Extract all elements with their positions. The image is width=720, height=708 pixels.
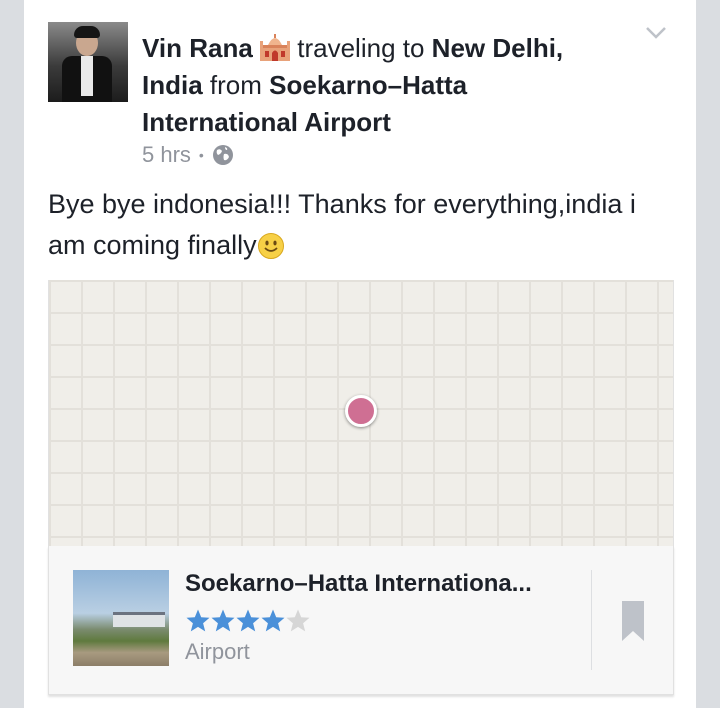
avatar-hair [74, 26, 100, 38]
star-filled-icon [186, 609, 210, 632]
post-message: Bye bye indonesia!!! Thanks for everythi… [48, 184, 678, 266]
avatar[interactable] [48, 22, 128, 102]
star-empty-icon [286, 609, 310, 632]
post-timestamp[interactable]: 5 hrs [142, 142, 191, 168]
post-header: Vin Rana traveling to New Delhi, India f… [142, 30, 612, 141]
place-card[interactable]: Soekarno–Hatta Internationa... Airport [48, 546, 674, 695]
meta-separator: • [198, 147, 204, 163]
place-thumbnail [73, 570, 169, 666]
bookmark-icon[interactable] [621, 600, 645, 642]
star-rating [185, 608, 310, 634]
chevron-down-icon[interactable] [644, 24, 668, 42]
location-map[interactable] [48, 280, 674, 546]
post-card: Vin Rana traveling to New Delhi, India f… [24, 0, 696, 708]
place-title[interactable]: Soekarno–Hatta Internationa... [185, 570, 585, 598]
star-filled-icon [211, 609, 235, 632]
star-filled-icon [236, 609, 260, 632]
post-meta: 5 hrs • [142, 142, 234, 168]
thumbnail-building [113, 612, 165, 627]
map-pin [345, 395, 377, 427]
from-text: from [209, 70, 262, 100]
globe-icon [212, 145, 233, 165]
post-text: Bye bye indonesia!!! Thanks for everythi… [48, 189, 636, 260]
smile-icon [257, 233, 284, 259]
author-name[interactable]: Vin Rana [142, 33, 253, 63]
activity-text: traveling to [297, 33, 425, 63]
place-category: Airport [185, 639, 250, 664]
place-divider [591, 570, 592, 670]
avatar-shirt [81, 56, 93, 96]
taj-mahal-icon [260, 34, 291, 61]
star-filled-icon [261, 609, 285, 632]
